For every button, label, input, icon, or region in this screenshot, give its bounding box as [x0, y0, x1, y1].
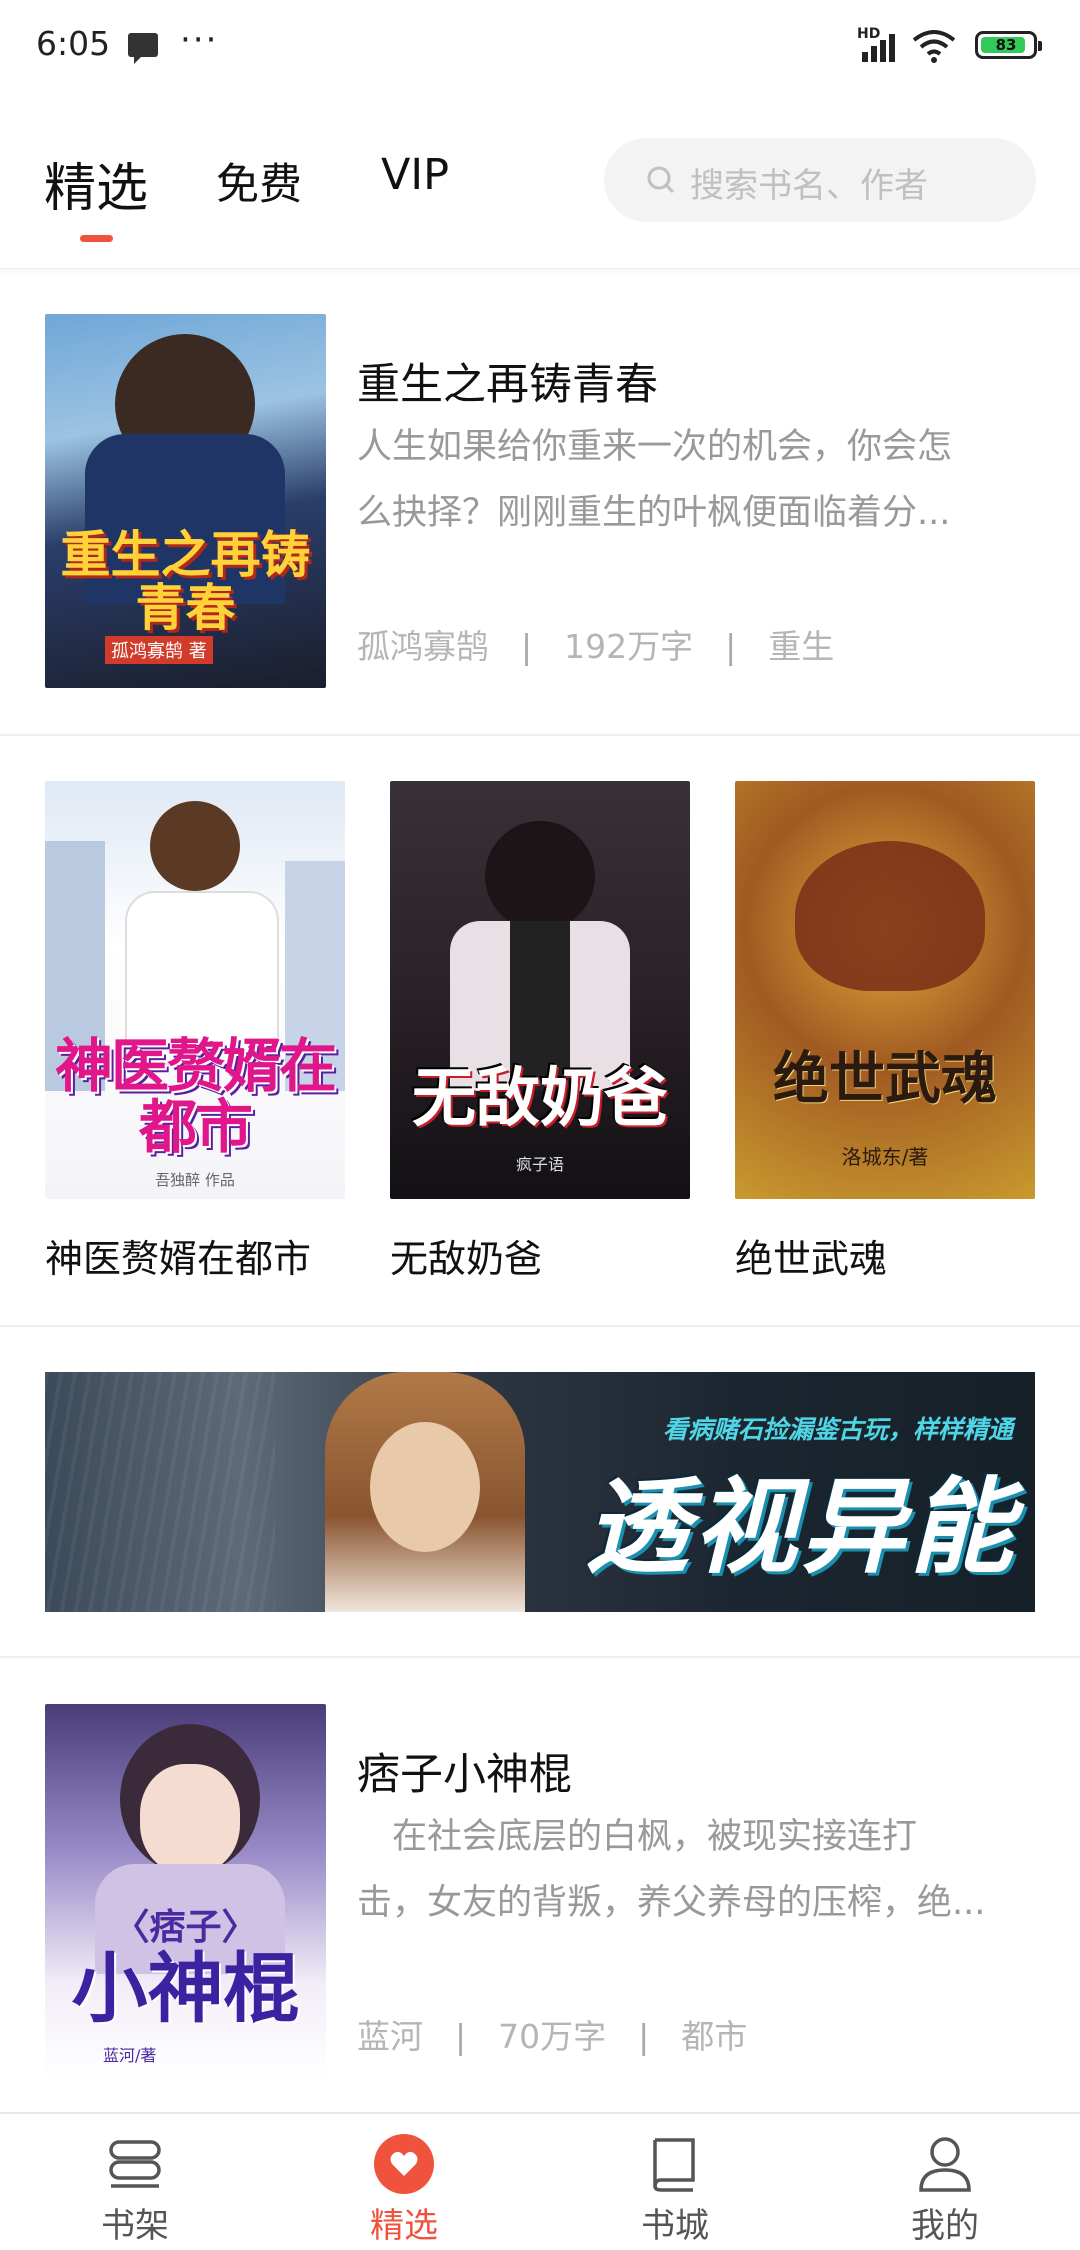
- tab-featured[interactable]: 精选: [44, 146, 148, 221]
- bottom-navigation: 书架 精选 书城 我的: [0, 2112, 1080, 2250]
- promo-banner[interactable]: 看病赌石捡漏鉴古玩，样样精通 透视异能: [45, 1372, 1035, 1612]
- cover-author: 吾独醉 作品: [155, 1171, 235, 1189]
- cover-title-top: 〈痞子〉: [113, 1907, 258, 1948]
- top-tab-bar: 精选 免费 VIP 搜索书名、作者: [0, 96, 1080, 269]
- book-icon: [653, 2138, 695, 2192]
- cover-title: 神医赘婿在都市: [54, 1032, 337, 1161]
- featured-book-card[interactable]: 重生之再铸青春 孤鸿寡鹄 著 重生之再铸青春 人生如果给你重来一次的机会，你会怎…: [0, 268, 1080, 734]
- book-word-count: 70万字: [498, 2017, 607, 2056]
- active-tab-indicator: [80, 235, 113, 242]
- search-placeholder: 搜索书名、作者: [690, 166, 928, 206]
- cover-title: 绝世武魂: [773, 1047, 997, 1112]
- tab-free[interactable]: 免费: [216, 150, 302, 212]
- bookshelf-icon: [109, 2140, 161, 2188]
- status-bar: 6:05 ··· HD 83: [0, 0, 1080, 96]
- book-tag: 重生: [768, 627, 835, 666]
- grid-book-title[interactable]: 无敌奶爸: [390, 1228, 542, 1283]
- cover-title: 小神棍: [71, 1944, 300, 2033]
- book-author: 孤鸿寡鹄: [357, 627, 489, 666]
- search-icon: [647, 166, 675, 194]
- nav-bookstore[interactable]: 书城: [575, 2114, 775, 2250]
- cover-author: 疯子语: [515, 1155, 564, 1174]
- tab-vip[interactable]: VIP: [381, 150, 449, 200]
- book-description: 人生如果给你重来一次的机会，你会怎 么抉择？刚刚重生的叶枫便面临着分...: [357, 427, 953, 533]
- cover-author: 蓝河/著: [103, 2046, 157, 2065]
- heart-icon: [374, 2134, 434, 2194]
- grid-book-title[interactable]: 神医赘婿在都市: [45, 1228, 311, 1283]
- wifi-icon: [912, 30, 956, 63]
- book-tag: 都市: [681, 2017, 748, 2056]
- book-word-count: 192万字: [564, 627, 694, 666]
- book-cover[interactable]: 〈痞子〉 小神棍 蓝河/著: [45, 1704, 326, 2078]
- banner-title: 透视异能: [585, 1466, 1018, 1588]
- book-cover[interactable]: 神医赘婿在都市 吾独醉 作品: [45, 781, 345, 1199]
- book-meta: 蓝河 | 70万字 | 都市: [357, 2017, 748, 2056]
- signal-icon: [858, 30, 898, 62]
- book-cover[interactable]: 重生之再铸青春 孤鸿寡鹄 著: [45, 314, 326, 688]
- cover-title: 重生之再铸青春: [60, 526, 311, 637]
- more-notifications-icon: ···: [180, 20, 219, 60]
- featured-book-card[interactable]: 〈痞子〉 小神棍 蓝河/著 痞子小神棍 在社会底层的白枫，被现实接连打 击，女友…: [0, 1658, 1080, 2108]
- cover-author: 洛城东/著: [841, 1145, 929, 1169]
- nav-featured[interactable]: 精选: [304, 2114, 504, 2250]
- book-cover[interactable]: 绝世武魂 洛城东/著: [735, 781, 1035, 1199]
- section-divider: [0, 1325, 1080, 1327]
- cover-title: 无敌奶爸: [412, 1062, 668, 1136]
- book-title[interactable]: 痞子小神棍: [357, 1740, 572, 1802]
- nav-bookshelf[interactable]: 书架: [35, 2114, 235, 2250]
- search-input[interactable]: 搜索书名、作者: [604, 138, 1036, 222]
- message-notification-icon: [128, 33, 158, 64]
- book-meta: 孤鸿寡鹄 | 192万字 | 重生: [357, 627, 835, 666]
- battery-level: 83: [995, 36, 1017, 54]
- user-icon: [919, 2137, 971, 2192]
- book-author: 蓝河: [357, 2017, 423, 2056]
- nav-profile[interactable]: 我的: [845, 2114, 1045, 2250]
- book-description: 在社会底层的白枫，被现实接连打 击，女友的背叛，养父养母的压榨，绝...: [357, 1817, 986, 1923]
- battery-icon: 83: [975, 31, 1042, 59]
- book-title[interactable]: 重生之再铸青春: [357, 350, 658, 412]
- grid-book-title[interactable]: 绝世武魂: [735, 1228, 887, 1283]
- status-time: 6:05: [36, 24, 111, 63]
- banner-subtitle: 看病赌石捡漏鉴古玩，样样精通: [663, 1415, 1014, 1444]
- section-divider: [0, 734, 1080, 736]
- book-cover[interactable]: 无敌奶爸 疯子语: [390, 781, 690, 1199]
- cover-author: 孤鸿寡鹄 著: [105, 636, 213, 664]
